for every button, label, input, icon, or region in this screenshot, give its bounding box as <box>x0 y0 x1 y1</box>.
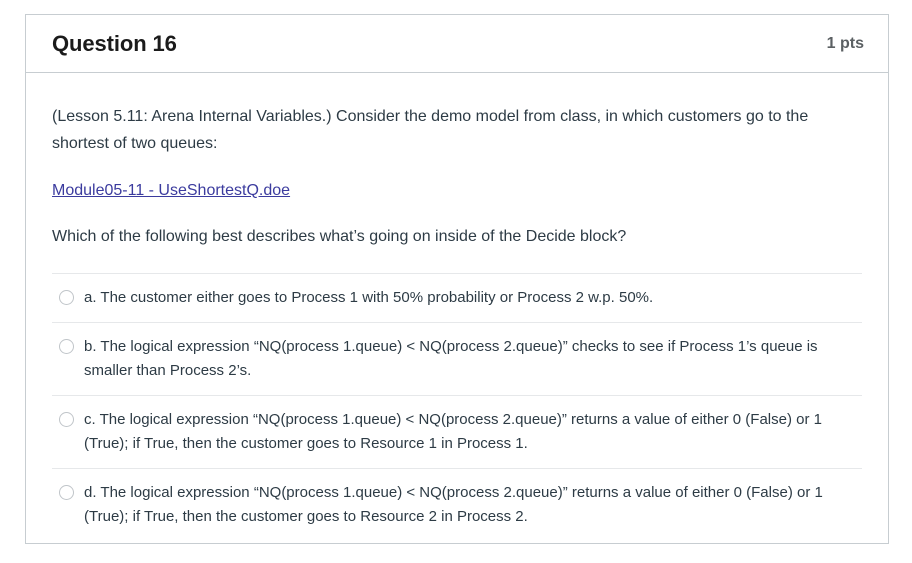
question-prompt-text: Which of the following best describes wh… <box>52 228 627 245</box>
points-badge: 1 pts <box>826 34 864 52</box>
answer-option-a[interactable]: a. The customer either goes to Process 1… <box>52 273 862 322</box>
answer-list: a. The customer either goes to Process 1… <box>52 273 862 543</box>
answer-label-d: d. The logical expression “NQ(process 1.… <box>84 484 823 525</box>
attachment-link-row: Module05-11 - UseShortestQ.doe <box>52 177 862 204</box>
answer-label-a: a. The customer either goes to Process 1… <box>84 289 654 306</box>
radio-button-c[interactable] <box>59 412 74 427</box>
question-body: (Lesson 5.11: Arena Internal Variables.)… <box>26 73 888 543</box>
radio-button-b[interactable] <box>59 339 74 354</box>
answer-option-d[interactable]: d. The logical expression “NQ(process 1.… <box>52 468 862 541</box>
attachment-link[interactable]: Module05-11 - UseShortestQ.doe <box>52 182 290 199</box>
answer-option-c[interactable]: c. The logical expression “NQ(process 1.… <box>52 395 862 468</box>
page-title: Question 16 <box>52 30 177 56</box>
radio-button-d[interactable] <box>59 485 74 500</box>
question-header: Question 16 1 pts <box>26 15 888 73</box>
answer-label-b: b. The logical expression “NQ(process 1.… <box>84 338 818 379</box>
answer-label-c: c. The logical expression “NQ(process 1.… <box>84 411 822 452</box>
question-card: Question 16 1 pts (Lesson 5.11: Arena In… <box>25 14 889 544</box>
question-intro-text: (Lesson 5.11: Arena Internal Variables.)… <box>52 108 809 152</box>
answer-option-b[interactable]: b. The logical expression “NQ(process 1.… <box>52 322 862 395</box>
radio-button-a[interactable] <box>59 290 74 305</box>
